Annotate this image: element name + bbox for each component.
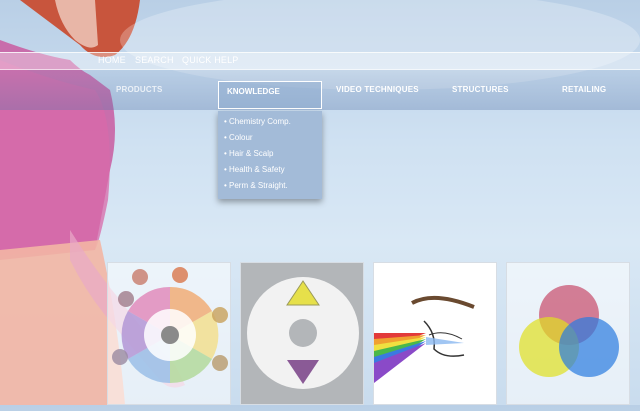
colour-wheel-icon — [112, 267, 228, 384]
color-venn-icon — [519, 285, 619, 377]
nav-products[interactable]: PRODUCTS — [116, 85, 163, 94]
menu-item-colour[interactable]: • Colour — [224, 133, 253, 142]
menu-item-health-safety[interactable]: • Health & Safety — [224, 165, 285, 174]
color-venn-card[interactable] — [506, 262, 630, 405]
level-selector-card[interactable] — [240, 262, 364, 405]
colour-wheel-card[interactable] — [107, 262, 231, 405]
menu-item-hair-scalp[interactable]: • Hair & Scalp — [224, 149, 273, 158]
nav-knowledge-label: KNOWLEDGE — [227, 87, 280, 96]
level-selector-icon — [247, 277, 359, 389]
top-link-bar: HOME SEARCH QUICK HELP — [0, 52, 640, 70]
knowledge-dropdown-menu: • Chemistry Comp. • Colour • Hair & Scal… — [218, 111, 322, 199]
light-prism-card[interactable] — [373, 262, 497, 405]
quick-help-link[interactable]: QUICK HELP — [182, 55, 239, 65]
nav-video-techniques[interactable]: VIDEO TECHNIQUES — [336, 85, 419, 94]
nav-knowledge[interactable]: KNOWLEDGE — [218, 81, 322, 109]
home-link[interactable]: HOME — [98, 55, 126, 65]
search-link[interactable]: SEARCH — [135, 55, 174, 65]
eye-prism-icon — [374, 295, 475, 383]
nav-structures[interactable]: STRUCTURES — [452, 85, 509, 94]
nav-retailing[interactable]: RETAILING — [562, 85, 606, 94]
menu-item-perm-straight[interactable]: • Perm & Straight. — [224, 181, 288, 190]
menu-item-chemistry[interactable]: • Chemistry Comp. — [224, 117, 291, 126]
